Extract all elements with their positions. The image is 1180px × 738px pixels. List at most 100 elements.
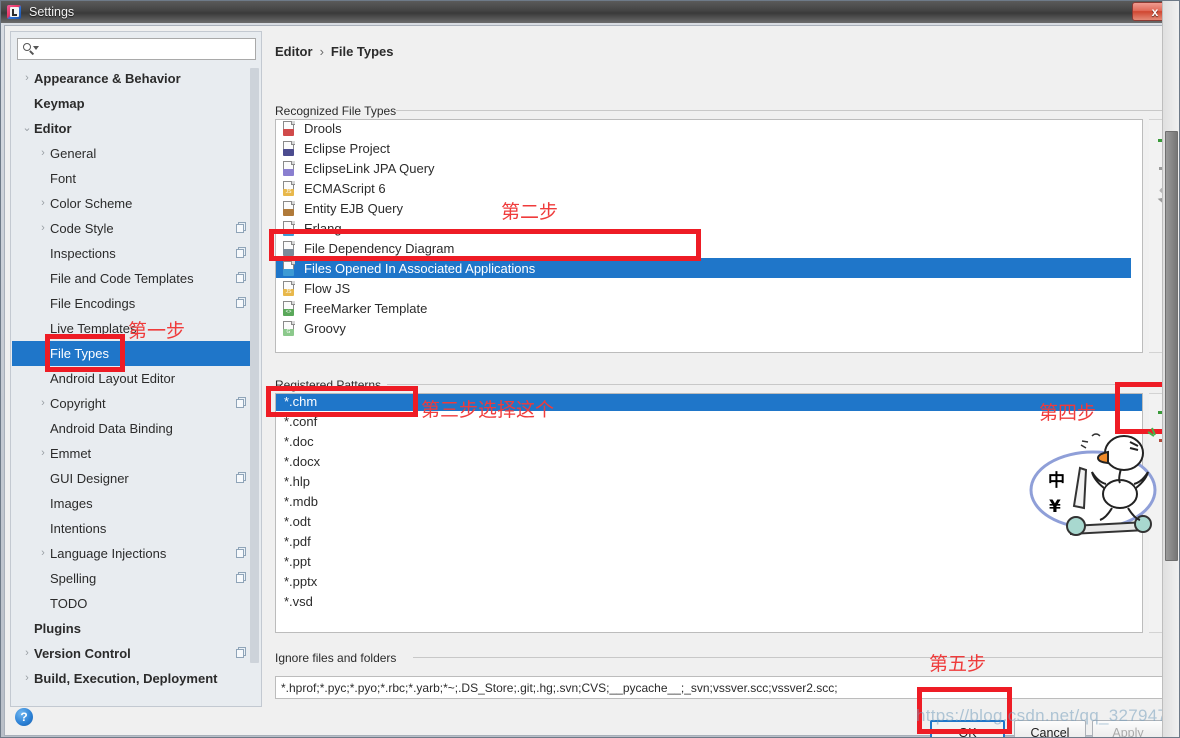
chevron-right-icon[interactable]: › — [36, 548, 50, 559]
file-type-row[interactable]: JS ECMAScript 6 — [276, 178, 1142, 198]
file-type-row[interactable]: Eclipse Project — [276, 138, 1142, 158]
sidebar-item-todo[interactable]: TODO — [12, 591, 255, 616]
ignore-files-input[interactable] — [275, 676, 1179, 699]
pattern-row[interactable]: *.doc — [276, 431, 1142, 451]
copy-settings-icon — [236, 222, 247, 234]
sidebar-item-code-style[interactable]: › Code Style — [12, 216, 255, 241]
registered-patterns-list[interactable]: *.chm *.conf *.doc *.docx *.hlp *.mdb *.odt *.p… — [275, 393, 1143, 633]
erlang-icon — [281, 220, 297, 236]
sidebar-item-label: File and Code Templates — [50, 271, 194, 286]
search-input[interactable] — [41, 41, 241, 57]
sidebar-item-file-encodings[interactable]: File Encodings — [12, 291, 255, 316]
sidebar-item-appearance-behavior[interactable]: › Appearance & Behavior — [12, 66, 255, 91]
chevron-right-icon[interactable]: › — [20, 648, 34, 659]
sidebar-item-label: Code Style — [50, 221, 114, 236]
ok-button[interactable]: OK — [930, 720, 1005, 737]
sidebar-item-label: Keymap — [34, 96, 85, 111]
sidebar-item-images[interactable]: Images — [12, 491, 255, 516]
sidebar-item-gui-designer[interactable]: GUI Designer — [12, 466, 255, 491]
pattern-label: *.chm — [284, 393, 318, 409]
settings-content: Editor › File Types Recognized File Type… — [268, 31, 1179, 707]
sidebar-item-android-data-binding[interactable]: Android Data Binding — [12, 416, 255, 441]
js-file-icon: JS — [281, 180, 297, 196]
file-type-row[interactable]: JS Flow JS — [276, 278, 1142, 298]
search-box[interactable] — [17, 38, 256, 60]
file-type-row[interactable]: Files Opened In Associated Applications — [276, 258, 1142, 278]
sidebar-item-build-execution-deployment[interactable]: › Build, Execution, Deployment — [12, 666, 255, 691]
file-type-row[interactable]: Entity EJB Query — [276, 198, 1142, 218]
ignore-files-rule — [413, 657, 1179, 658]
settings-sidebar: › Appearance & Behavior Keymap ⌄ Editor › Gene… — [10, 31, 262, 707]
file-type-row[interactable]: File Dependency Diagram — [276, 238, 1142, 258]
sidebar-item-font[interactable]: Font — [12, 166, 255, 191]
pattern-row[interactable]: *.pdf — [276, 531, 1142, 551]
pattern-row[interactable]: *.docx — [276, 451, 1142, 471]
chevron-right-icon[interactable]: › — [36, 148, 50, 159]
sidebar-item-keymap[interactable]: Keymap — [12, 91, 255, 116]
file-type-row[interactable]: <> FreeMarker Template — [276, 298, 1142, 318]
pattern-row[interactable]: *.pptx — [276, 571, 1142, 591]
sidebar-item-plugins[interactable]: Plugins — [12, 616, 255, 641]
pattern-label: *.doc — [284, 433, 314, 449]
recognized-file-types-list[interactable]: Drools Eclipse Project EclipseLink JPA Que… — [275, 119, 1143, 353]
pattern-label: *.vsd — [284, 593, 313, 609]
breadcrumb-parent[interactable]: Editor — [275, 44, 313, 59]
sidebar-item-label: Emmet — [50, 446, 92, 461]
pattern-label: *.conf — [284, 413, 318, 429]
pattern-row[interactable]: *.ppt — [276, 551, 1142, 571]
sidebar-item-file-types[interactable]: File Types — [12, 341, 255, 366]
chevron-right-icon[interactable]: › — [36, 448, 50, 459]
help-button[interactable]: ? — [15, 708, 33, 726]
sidebar-item-editor[interactable]: ⌄ Editor — [12, 116, 255, 141]
sidebar-item-version-control[interactable]: › Version Control — [12, 641, 255, 666]
file-type-row[interactable]: Drools — [276, 120, 1142, 138]
ignore-files-label: Ignore files and folders — [275, 651, 403, 665]
sidebar-item-color-scheme[interactable]: › Color Scheme — [12, 191, 255, 216]
pattern-label: *.ppt — [284, 553, 311, 569]
file-type-label: FreeMarker Template — [304, 300, 428, 316]
page-scrollbar-thumb[interactable] — [1165, 131, 1178, 561]
sidebar-item-file-and-code-templates[interactable]: File and Code Templates — [12, 266, 255, 291]
sidebar-item-live-templates[interactable]: Live Templates — [12, 316, 255, 341]
settings-tree[interactable]: › Appearance & Behavior Keymap ⌄ Editor › Gene… — [12, 66, 255, 704]
sidebar-item-language-injections[interactable]: › Language Injections — [12, 541, 255, 566]
chevron-right-icon[interactable]: › — [36, 198, 50, 209]
pattern-row[interactable]: *.vsd — [276, 591, 1142, 611]
chevron-right-icon[interactable]: › — [20, 73, 34, 84]
sidebar-item-label: Font — [50, 171, 77, 186]
sidebar-item-label: Plugins — [34, 621, 81, 636]
chevron-right-icon[interactable]: › — [36, 398, 50, 409]
sidebar-item-general[interactable]: › General — [12, 141, 255, 166]
chevron-right-icon[interactable]: › — [36, 223, 50, 234]
cancel-button[interactable]: Cancel — [1014, 720, 1086, 737]
file-type-row[interactable]: Erlang — [276, 218, 1142, 238]
pattern-row[interactable]: *.hlp — [276, 471, 1142, 491]
sidebar-scrollbar[interactable] — [250, 68, 259, 700]
sidebar-item-spelling[interactable]: Spelling — [12, 566, 255, 591]
page-scrollbar[interactable] — [1162, 1, 1179, 737]
file-type-row[interactable]: EclipseLink JPA Query — [276, 158, 1142, 178]
chevron-right-icon[interactable]: › — [20, 673, 34, 684]
pattern-row[interactable]: *.mdb — [276, 491, 1142, 511]
pattern-row[interactable]: *.conf — [276, 411, 1142, 431]
sidebar-item-intentions[interactable]: Intentions — [12, 516, 255, 541]
file-type-label: Flow JS — [304, 280, 351, 296]
sidebar-item-copyright[interactable]: › Copyright — [12, 391, 255, 416]
sidebar-item-inspections[interactable]: Inspections — [12, 241, 255, 266]
pattern-row[interactable]: *.odt — [276, 511, 1142, 531]
sidebar-item-label: Color Scheme — [50, 196, 133, 211]
sidebar-item-android-layout-editor[interactable]: Android Layout Editor — [12, 366, 255, 391]
chevron-down-icon[interactable]: ⌄ — [20, 123, 34, 134]
sidebar-scrollbar-thumb[interactable] — [250, 68, 259, 663]
file-type-row[interactable]: G Groovy — [276, 318, 1142, 338]
apply-button: Apply — [1092, 720, 1164, 737]
eclipse-icon — [281, 140, 297, 156]
registered-patterns-rule — [387, 384, 1179, 385]
sidebar-item-label: Spelling — [50, 571, 97, 586]
sidebar-item-emmet[interactable]: › Emmet — [12, 441, 255, 466]
file-type-label: Eclipse Project — [304, 140, 390, 156]
file-types-scrollbar[interactable] — [1131, 120, 1142, 352]
pattern-row[interactable]: *.chm — [276, 393, 1142, 411]
sidebar-item-label: Inspections — [50, 246, 116, 261]
copy-settings-icon — [236, 572, 247, 584]
